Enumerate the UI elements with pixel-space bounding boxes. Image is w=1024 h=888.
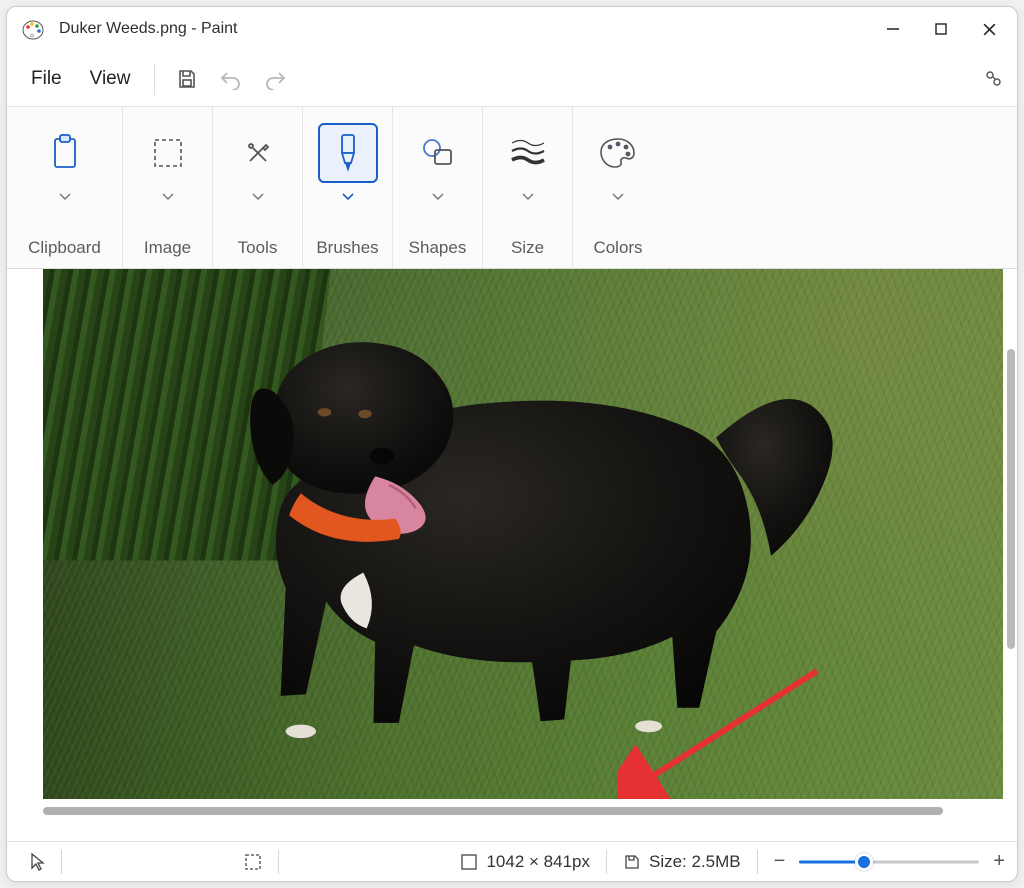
selection-indicator — [232, 842, 274, 881]
group-label: Clipboard — [28, 238, 101, 258]
brushes-group[interactable]: Brushes — [303, 107, 393, 268]
palette-icon — [588, 123, 648, 183]
cursor-tool-indicator — [17, 842, 57, 881]
group-label: Shapes — [409, 238, 467, 258]
file-menu[interactable]: File — [17, 62, 76, 96]
group-label: Colors — [593, 238, 642, 258]
annotation-arrow — [617, 659, 837, 799]
shapes-icon — [408, 123, 468, 183]
menubar: File View — [7, 51, 1017, 107]
paint-window: Duker Weeds.png - Paint File View — [6, 6, 1018, 882]
save-icon — [623, 853, 641, 871]
dimensions-icon — [460, 853, 478, 871]
maximize-button[interactable] — [917, 9, 965, 49]
vertical-scrollbar[interactable] — [1007, 349, 1015, 649]
image-group[interactable]: Image — [123, 107, 213, 268]
tools-icon — [228, 123, 288, 183]
image-canvas[interactable] — [43, 269, 1003, 799]
canvas-area — [7, 269, 1017, 841]
shapes-group[interactable]: Shapes — [393, 107, 483, 268]
status-bar: 1042 × 841px Size: 2.5MB − + — [7, 841, 1017, 881]
chevron-down-icon — [162, 193, 174, 201]
chevron-down-icon — [432, 193, 444, 201]
zoom-control: − + — [762, 842, 1011, 881]
undo-button[interactable] — [209, 57, 253, 101]
window-title: Duker Weeds.png - Paint — [59, 20, 237, 38]
size-group[interactable]: Size — [483, 107, 573, 268]
group-label: Tools — [238, 238, 278, 258]
chevron-down-icon — [59, 193, 71, 201]
chevron-down-icon — [252, 193, 264, 201]
tools-group[interactable]: Tools — [213, 107, 303, 268]
titlebar: Duker Weeds.png - Paint — [7, 7, 1017, 51]
ribbon-toolbar: Clipboard Image Tools — [7, 107, 1017, 269]
colors-group[interactable]: Colors — [573, 107, 663, 268]
dimensions-text: 1042 × 841px — [486, 852, 590, 872]
save-button[interactable] — [165, 57, 209, 101]
size-icon — [498, 123, 558, 183]
zoom-out-button[interactable]: − — [774, 850, 786, 873]
group-label: Size — [511, 238, 544, 258]
chevron-down-icon — [522, 193, 534, 201]
minimize-button[interactable] — [869, 9, 917, 49]
settings-button[interactable] — [971, 57, 1015, 101]
chevron-down-icon — [612, 193, 624, 201]
view-menu[interactable]: View — [76, 62, 145, 96]
dimensions-indicator: 1042 × 841px — [448, 842, 602, 881]
file-size-indicator: Size: 2.5MB — [611, 842, 753, 881]
redo-button[interactable] — [253, 57, 297, 101]
brush-icon — [318, 123, 378, 183]
clipboard-group[interactable]: Clipboard — [7, 107, 123, 268]
horizontal-scrollbar[interactable] — [43, 807, 943, 815]
file-size-text: Size: 2.5MB — [649, 852, 741, 872]
close-button[interactable] — [965, 9, 1013, 49]
zoom-slider[interactable] — [799, 853, 979, 871]
paste-icon — [35, 123, 95, 183]
menu-separator — [154, 63, 155, 95]
select-icon — [138, 123, 198, 183]
paint-app-icon — [21, 17, 45, 41]
group-label: Brushes — [316, 238, 378, 258]
zoom-in-button[interactable]: + — [993, 850, 1005, 873]
chevron-down-icon — [342, 193, 354, 201]
group-label: Image — [144, 238, 191, 258]
